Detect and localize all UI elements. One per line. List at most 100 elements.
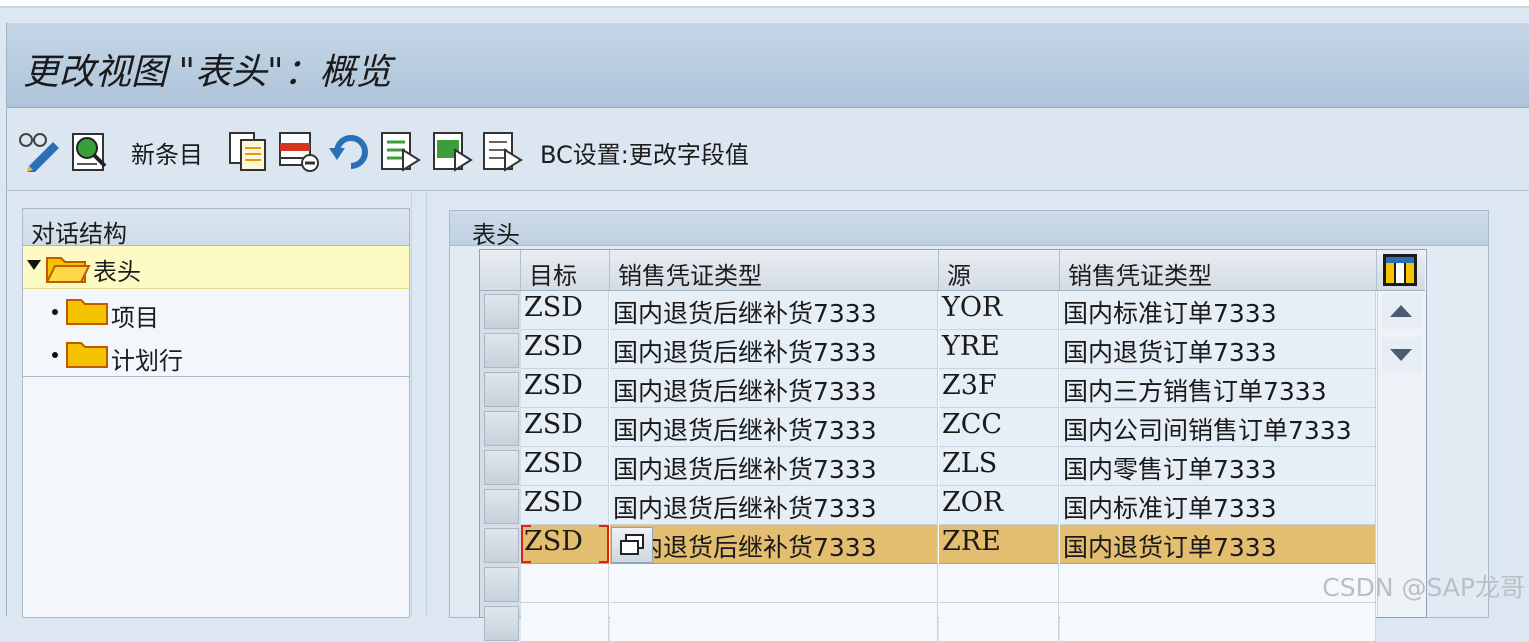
cell-source-sales-doc-type[interactable]: 国内公司间销售订单7333 — [1060, 408, 1376, 447]
cell-target-sales-doc-type[interactable]: 国内退货后继补货7333 — [610, 330, 938, 369]
select-all-icon[interactable] — [379, 130, 423, 176]
cell-target-sales-doc-type[interactable]: 国内退货后继补货7333 — [610, 486, 938, 525]
cell-source-text: YOR — [942, 292, 1003, 323]
cell-target-sales-doc-type[interactable]: 国内退货后继补货7333 — [610, 525, 938, 564]
select-all-rows-button[interactable] — [480, 250, 521, 291]
title-bar: 更改视图 "表头"：概览 — [7, 23, 1529, 108]
row-select-button[interactable] — [484, 567, 519, 602]
cell-target-text: ZSD — [524, 370, 583, 401]
column-header-source[interactable]: 源 — [939, 250, 1060, 291]
cell-source[interactable] — [939, 564, 1059, 603]
cell-target-sales-doc-type[interactable]: 国内退货后继补货7333 — [610, 447, 938, 486]
column-header-target[interactable]: 目标 — [521, 250, 610, 291]
table-settings-button[interactable] — [1377, 250, 1425, 291]
detail-icon[interactable] — [69, 130, 111, 176]
row-select-button[interactable] — [484, 528, 519, 563]
column-header-source-sales-doc-type[interactable]: 销售凭证类型 — [1060, 250, 1377, 291]
panel-header: 表头 — [450, 211, 1488, 249]
row-select-button[interactable] — [484, 372, 519, 407]
tree-item-items[interactable]: 项目 — [23, 290, 409, 332]
cell-target-sales-doc-type[interactable]: 国内退货后继补货7333 — [610, 369, 938, 408]
folder-icon — [66, 299, 108, 325]
expand-arrow-icon[interactable] — [27, 260, 41, 272]
bc-set-change-field-values-button[interactable]: BC设置:更改字段值 — [540, 135, 749, 170]
row-select-button[interactable] — [484, 294, 519, 329]
cell-target[interactable]: ZSD — [521, 447, 609, 486]
cell-target[interactable]: ZSD — [521, 330, 609, 369]
cell-target-text: ZSD — [524, 448, 583, 479]
cell-target-sales-doc-type-text: 国内退货后继补货7333 — [613, 416, 877, 445]
cell-target-sales-doc-type[interactable]: 国内退货后继补货7333 — [610, 408, 938, 447]
row-select-button[interactable] — [484, 333, 519, 368]
cell-target[interactable]: ZSD — [521, 408, 609, 447]
row-select-button[interactable] — [484, 489, 519, 524]
cell-source-sales-doc-type[interactable] — [1060, 603, 1376, 642]
cell-target[interactable] — [521, 603, 609, 642]
cell-target[interactable]: ZSD — [521, 525, 609, 564]
cell-source-sales-doc-type[interactable]: 国内退货订单7333 — [1060, 330, 1376, 369]
page-title: 更改视图 "表头"：概览 — [23, 52, 392, 93]
tree-item-header[interactable]: 表头 — [23, 246, 409, 289]
cell-source-text: ZRE — [942, 526, 1001, 557]
cell-source-sales-doc-type[interactable]: 国内三方销售订单7333 — [1060, 369, 1376, 408]
value-help-button[interactable] — [611, 527, 653, 563]
cell-source-sales-doc-type-text: 国内三方销售订单7333 — [1063, 377, 1327, 406]
cell-source[interactable]: ZCC — [939, 408, 1059, 447]
table-settings-icon — [1383, 254, 1417, 286]
cell-source[interactable]: ZRE — [939, 525, 1059, 564]
scroll-up-icon — [1390, 305, 1412, 317]
cell-target-sales-doc-type[interactable] — [610, 564, 938, 603]
cell-source[interactable]: YRE — [939, 330, 1059, 369]
cell-source[interactable]: Z3F — [939, 369, 1059, 408]
column-header-target-sales-doc-type[interactable]: 销售凭证类型 — [610, 250, 939, 291]
cell-target-sales-doc-type-text: 国内退货后继补货7333 — [613, 377, 877, 406]
tree-item-label: 项目 — [111, 304, 159, 332]
cell-target[interactable]: ZSD — [521, 486, 609, 525]
application-toolbar: 新条目 BC设置:更改字段值 — [7, 108, 1529, 191]
cell-source[interactable] — [939, 603, 1059, 642]
copy-as-icon[interactable] — [227, 130, 269, 176]
tree-item-label: 表头 — [93, 258, 141, 286]
cell-source-text: ZCC — [942, 409, 1003, 440]
top-border — [0, 0, 1529, 8]
cell-source-text: Z3F — [942, 370, 997, 401]
cell-source-sales-doc-type-text: 国内公司间销售订单7333 — [1063, 416, 1352, 445]
cell-source-sales-doc-type[interactable]: 国内标准订单7333 — [1060, 291, 1376, 330]
cell-target-text: ZSD — [524, 487, 583, 518]
cell-target-sales-doc-type[interactable]: 国内退货后继补货7333 — [610, 291, 938, 330]
cell-target[interactable]: ZSD — [521, 369, 609, 408]
undo-icon[interactable] — [327, 130, 371, 176]
cell-target[interactable]: ZSD — [521, 291, 609, 330]
cell-source-sales-doc-type[interactable]: 国内零售订单7333 — [1060, 447, 1376, 486]
cell-source[interactable]: ZLS — [939, 447, 1059, 486]
table-control: 目标 销售凭证类型 源 销售凭证类型 ZSD 国内退货后继补货7333 YOR 国内标… — [479, 249, 1427, 642]
dialog-structure-header: 对话结构 — [23, 209, 409, 248]
tree-item-schedule-lines[interactable]: 计划行 — [23, 333, 409, 375]
cell-source-sales-doc-type[interactable]: 国内退货订单7333 — [1060, 525, 1376, 564]
cell-source-sales-doc-type-text: 国内零售订单7333 — [1063, 455, 1277, 484]
cell-source-sales-doc-type-text: 国内标准订单7333 — [1063, 494, 1277, 523]
row-select-button[interactable] — [484, 411, 519, 446]
delete-icon[interactable] — [277, 130, 321, 176]
scroll-down-button[interactable] — [1382, 337, 1422, 373]
display-change-icon[interactable] — [17, 130, 63, 176]
cell-source[interactable]: ZOR — [939, 486, 1059, 525]
cell-target-sales-doc-type-text: 国内退货后继补货7333 — [613, 455, 877, 484]
row-select-button[interactable] — [484, 606, 519, 641]
cell-source-text: YRE — [942, 331, 1000, 362]
row-select-button[interactable] — [484, 450, 519, 485]
cell-source-sales-doc-type[interactable]: 国内标准订单7333 — [1060, 486, 1376, 525]
deselect-all-icon[interactable] — [481, 130, 525, 176]
bullet-icon — [52, 309, 58, 315]
scroll-up-button[interactable] — [1382, 293, 1422, 329]
panel-splitter[interactable] — [411, 192, 427, 616]
cell-target[interactable] — [521, 564, 609, 603]
new-entries-button[interactable]: 新条目 — [131, 135, 203, 170]
cell-source-sales-doc-type-text: 国内退货订单7333 — [1063, 338, 1277, 367]
cell-source[interactable]: YOR — [939, 291, 1059, 330]
cell-target-sales-doc-type[interactable] — [610, 603, 938, 642]
select-block-icon[interactable] — [431, 130, 475, 176]
cell-source-text: ZLS — [942, 448, 998, 479]
scroll-down-icon — [1390, 349, 1412, 361]
tree-item-label: 计划行 — [111, 347, 183, 375]
